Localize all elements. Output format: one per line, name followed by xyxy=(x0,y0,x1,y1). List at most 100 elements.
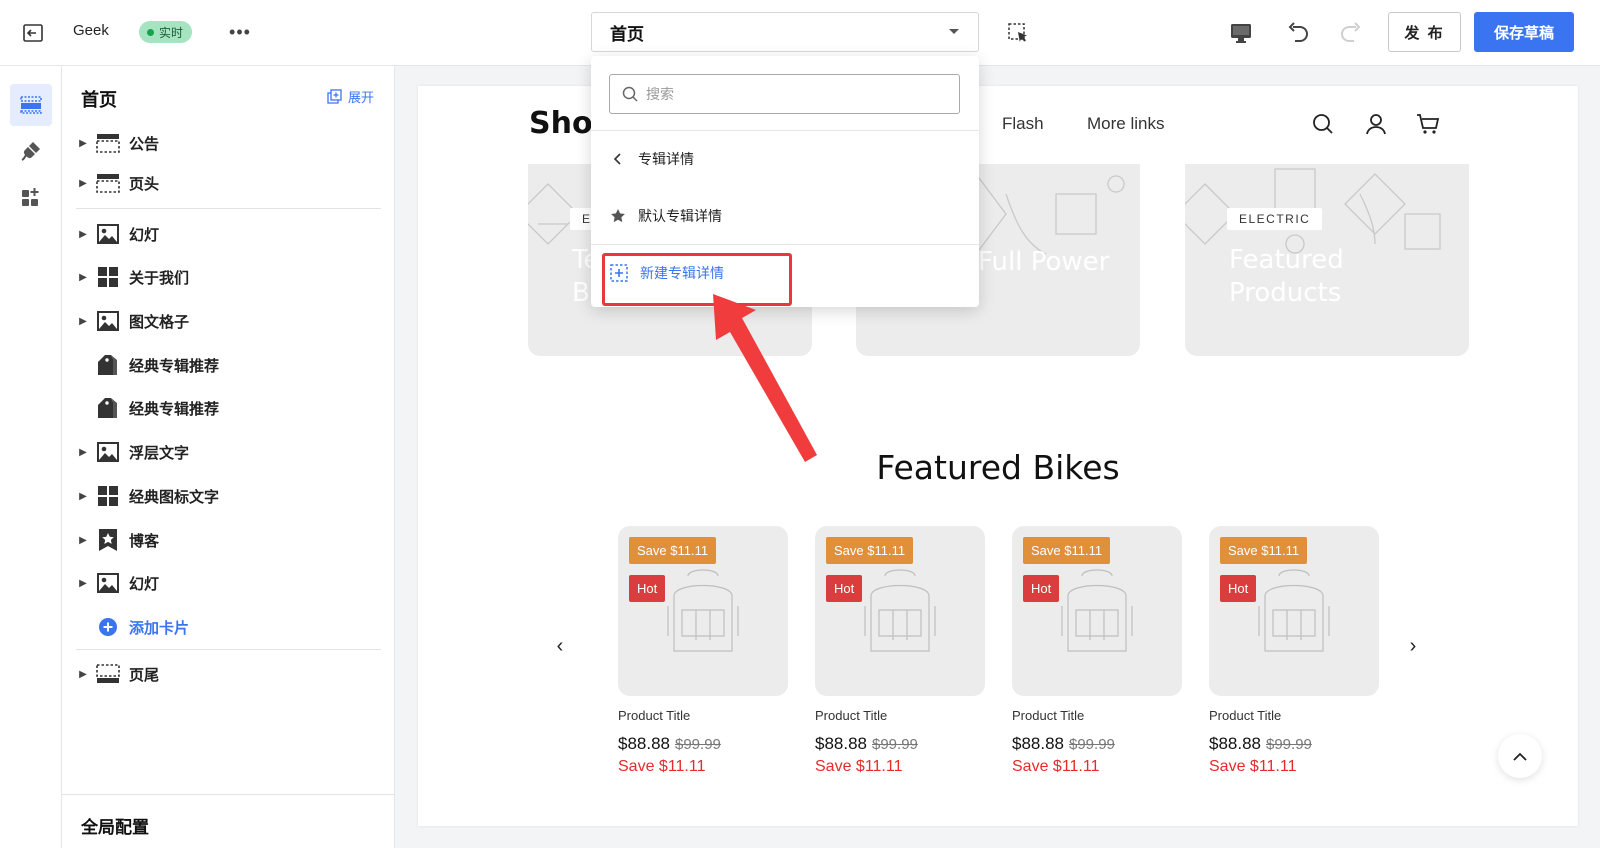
product-image: Save $11.11 Hot xyxy=(1209,526,1379,696)
sidebar-item-label: 页头 xyxy=(129,175,160,193)
sidebar-item-slideshow[interactable]: ▶ 幻灯 xyxy=(76,216,376,252)
sidebar-divider xyxy=(76,649,381,650)
hot-badge: Hot xyxy=(1023,575,1060,602)
product-price: $88.88 xyxy=(815,734,867,753)
sidebar-item-label: 页尾 xyxy=(129,666,160,684)
caret-right-icon[interactable]: ▶ xyxy=(76,272,90,283)
backpack-image xyxy=(864,569,936,652)
nav-link-more-links[interactable]: More links xyxy=(1087,114,1164,134)
grid-icon xyxy=(95,265,121,289)
theme-style-icon[interactable] xyxy=(10,130,52,172)
redo-icon[interactable] xyxy=(1336,18,1366,48)
sidebar-item-label: 浮层文字 xyxy=(129,444,190,462)
menu-divider xyxy=(591,244,979,245)
product-title[interactable]: Product Title xyxy=(618,708,690,723)
sidebar-item-image-text-grid[interactable]: ▶ 图文格子 xyxy=(76,303,376,339)
sidebar-item-overlay-text[interactable]: ▶ 浮层文字 xyxy=(76,434,376,470)
sidebar-item-announcement[interactable]: ▶ 公告 xyxy=(76,125,376,161)
sidebar-item-classic-collection[interactable]: ▶ 经典专辑推荐 xyxy=(76,390,376,426)
product-price: $88.88 xyxy=(1012,734,1064,753)
section-sidebar: 首页 展开 ▶ 公告 ▶ 页头 ▶ 幻灯 ▶ 关于我们 ▶ 图文格子 ▶ 经典专… xyxy=(62,66,395,848)
page-search-field[interactable] xyxy=(609,74,960,114)
publish-button[interactable]: 发 布 xyxy=(1388,12,1461,52)
backpack-image xyxy=(1258,569,1330,652)
product-title[interactable]: Product Title xyxy=(815,708,887,723)
back-to-top-button[interactable] xyxy=(1498,734,1542,778)
carousel-next-icon[interactable]: › xyxy=(1401,634,1425,658)
page-select-value: 首页 xyxy=(610,24,644,44)
star-icon xyxy=(611,209,625,223)
header-section-icon xyxy=(95,171,121,195)
sidebar-item-about-us[interactable]: ▶ 关于我们 xyxy=(76,259,376,295)
sections-tab-icon[interactable] xyxy=(10,84,52,126)
sidebar-item-header[interactable]: ▶ 页头 xyxy=(76,165,376,201)
exit-icon[interactable] xyxy=(20,20,46,46)
sidebar-item-label: 经典专辑推荐 xyxy=(129,400,220,418)
nav-link-flash[interactable]: Flash xyxy=(1002,114,1044,134)
product-price-row: $88.88 $99.99 xyxy=(815,734,918,754)
sidebar-item-blog[interactable]: ▶ 博客 xyxy=(76,522,376,558)
hot-badge: Hot xyxy=(1220,575,1257,602)
image-icon xyxy=(95,571,121,595)
search-icon[interactable] xyxy=(1309,110,1337,138)
sidebar-item-slideshow[interactable]: ▶ 幻灯 xyxy=(76,565,376,601)
sidebar-item-label: 经典专辑推荐 xyxy=(129,357,220,375)
collection-card[interactable]: ELECTRIC Featured Products xyxy=(1185,164,1469,356)
product-title[interactable]: Product Title xyxy=(1012,708,1084,723)
original-price: $99.99 xyxy=(675,736,721,753)
live-status-badge: 实时 xyxy=(139,21,193,43)
global-config-label: 全局配置 xyxy=(81,818,149,837)
add-card-button[interactable]: ▶ 添加卡片 xyxy=(76,609,376,645)
image-icon xyxy=(95,222,121,246)
save-draft-button[interactable]: 保存草稿 xyxy=(1474,12,1574,52)
product-card[interactable]: Save $11.11 Hot Product Title $88.88 $99.… xyxy=(815,526,985,786)
caret-right-icon[interactable]: ▶ xyxy=(76,535,90,546)
add-circle-icon xyxy=(95,615,121,639)
caret-right-icon[interactable]: ▶ xyxy=(76,447,90,458)
caret-right-icon[interactable]: ▶ xyxy=(76,578,90,589)
original-price: $99.99 xyxy=(1266,736,1312,753)
savings-text: Save $11.11 xyxy=(1012,758,1100,775)
product-title[interactable]: Product Title xyxy=(1209,708,1281,723)
menu-item-default-collection-detail[interactable]: 默认专辑详情 xyxy=(610,198,950,234)
caret-right-icon[interactable]: ▶ xyxy=(76,669,90,680)
sidebar-item-label: 幻灯 xyxy=(129,226,160,244)
apps-icon[interactable] xyxy=(10,176,52,218)
page-search-input[interactable] xyxy=(646,86,947,102)
page-select-dropdown[interactable]: 首页 xyxy=(591,12,979,52)
sidebar-item-classic-collection[interactable]: ▶ 经典专辑推荐 xyxy=(76,347,376,383)
tag-icon xyxy=(95,396,121,420)
more-options-icon[interactable]: ••• xyxy=(226,18,254,46)
caret-right-icon[interactable]: ▶ xyxy=(76,316,90,327)
savings-text: Save $11.11 xyxy=(618,758,706,775)
account-icon[interactable] xyxy=(1362,110,1390,138)
product-card[interactable]: Save $11.11 Hot Product Title $88.88 $99.… xyxy=(1012,526,1182,786)
global-config-button[interactable]: 全局配置 xyxy=(62,794,395,848)
menu-item-label: 默认专辑详情 xyxy=(638,208,722,224)
caret-right-icon[interactable]: ▶ xyxy=(76,178,90,189)
caret-down-icon xyxy=(949,29,959,34)
collection-title: Full Power xyxy=(978,247,1110,277)
caret-right-icon[interactable]: ▶ xyxy=(76,138,90,149)
caret-right-icon[interactable]: ▶ xyxy=(76,229,90,240)
product-price-row: $88.88 $99.99 xyxy=(1012,734,1115,754)
caret-right-icon[interactable]: ▶ xyxy=(76,491,90,502)
expand-all-button[interactable]: 展开 xyxy=(327,87,374,106)
cart-icon[interactable] xyxy=(1414,110,1442,138)
carousel-prev-icon[interactable]: ‹ xyxy=(548,634,572,658)
grid-icon xyxy=(95,484,121,508)
element-select-icon[interactable] xyxy=(1005,20,1031,46)
menu-item-collection-detail[interactable]: 专辑详情 xyxy=(610,141,950,177)
sidebar-item-label: 图文格子 xyxy=(129,313,190,331)
hot-badge: Hot xyxy=(826,575,863,602)
sidebar-item-classic-icon-text[interactable]: ▶ 经典图标文字 xyxy=(76,478,376,514)
sidebar-item-label: 经典图标文字 xyxy=(129,488,220,506)
desktop-preview-icon[interactable] xyxy=(1226,18,1256,48)
image-icon xyxy=(95,309,121,333)
sidebar-item-label: 博客 xyxy=(129,532,160,550)
undo-icon[interactable] xyxy=(1283,18,1313,48)
original-price: $99.99 xyxy=(872,736,918,753)
product-card[interactable]: Save $11.11 Hot Product Title $88.88 $99.… xyxy=(618,526,788,786)
product-card[interactable]: Save $11.11 Hot Product Title $88.88 $99.… xyxy=(1209,526,1379,786)
sidebar-item-footer[interactable]: ▶ 页尾 xyxy=(76,656,376,692)
